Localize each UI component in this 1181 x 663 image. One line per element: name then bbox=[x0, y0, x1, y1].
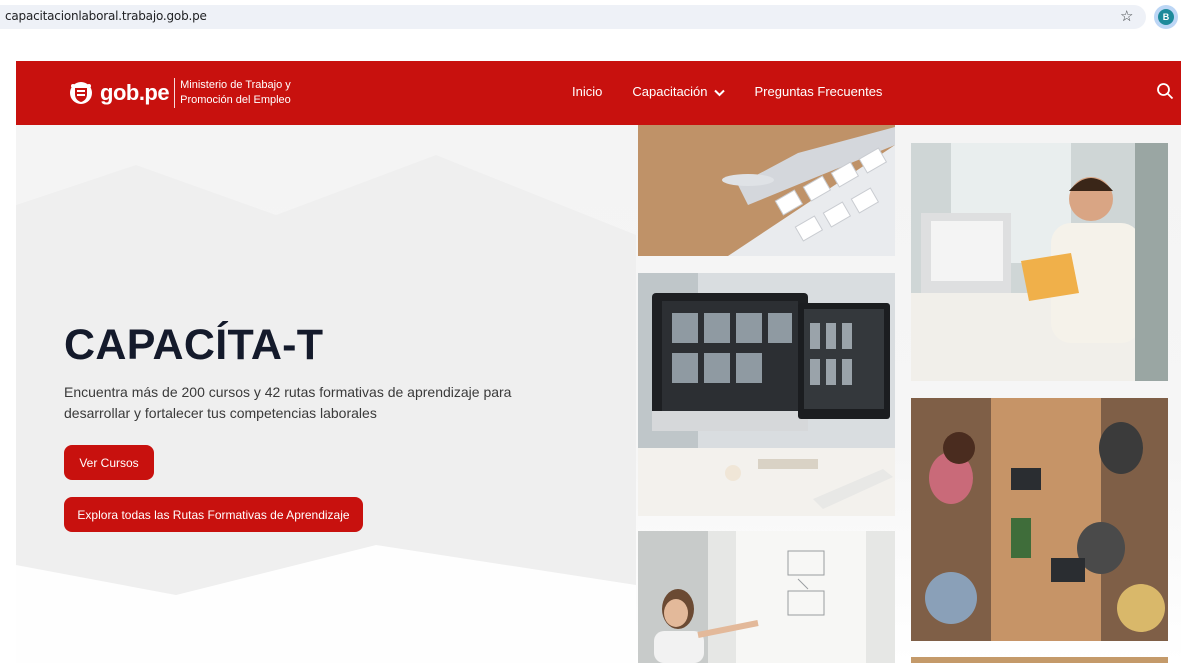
partial-photo-bottom bbox=[911, 657, 1168, 663]
man-reading-photo bbox=[911, 143, 1168, 381]
team-meeting-photo bbox=[911, 398, 1168, 641]
hero-title: CAPACÍTA-T bbox=[64, 321, 324, 369]
profile-icon[interactable]: B bbox=[1154, 5, 1178, 29]
hero-description: Encuentra más de 200 cursos y 42 rutas f… bbox=[64, 384, 512, 421]
nav-inicio[interactable]: Inicio bbox=[572, 84, 602, 99]
ver-cursos-button[interactable]: Ver Cursos bbox=[64, 445, 154, 480]
ministry-line1: Ministerio de Trabajo y bbox=[180, 79, 291, 91]
url-bar[interactable]: capacitacionlaboral.trabajo.gob.pe bbox=[0, 5, 1146, 29]
gob-shield-icon bbox=[70, 82, 92, 104]
search-icon[interactable] bbox=[1156, 82, 1174, 100]
url-text[interactable]: capacitacionlaboral.trabajo.gob.pe bbox=[5, 9, 207, 23]
nav-capacitacion-label: Capacitación bbox=[632, 84, 708, 99]
main-nav: Inicio Capacitación Preguntas Frecuentes bbox=[572, 84, 912, 99]
nav-preguntas-frecuentes[interactable]: Preguntas Frecuentes bbox=[755, 84, 883, 99]
site-header: gob.pe Ministerio de Trabajo y Promoción… bbox=[16, 61, 1181, 125]
browser-address-bar: capacitacionlaboral.trabajo.gob.pe ☆ B bbox=[0, 0, 1181, 34]
star-icon[interactable]: ☆ bbox=[1120, 7, 1133, 25]
keyboard-photo bbox=[638, 125, 895, 256]
profile-initial: B bbox=[1158, 9, 1174, 25]
ministry-name: Ministerio de Trabajo y Promoción del Em… bbox=[180, 78, 291, 108]
ministry-line2: Promoción del Empleo bbox=[180, 94, 291, 106]
nav-capacitacion[interactable]: Capacitación bbox=[632, 84, 725, 99]
site-logo[interactable]: gob.pe Ministerio de Trabajo y Promoción… bbox=[68, 75, 291, 111]
logo-text: gob.pe bbox=[100, 80, 170, 105]
whiteboard-presentation-photo bbox=[638, 531, 895, 663]
imac-desk-photo bbox=[638, 273, 895, 516]
logo-divider bbox=[174, 78, 176, 108]
chevron-down-icon bbox=[713, 89, 725, 96]
explore-rutas-button[interactable]: Explora todas las Rutas Formativas de Ap… bbox=[64, 497, 363, 532]
